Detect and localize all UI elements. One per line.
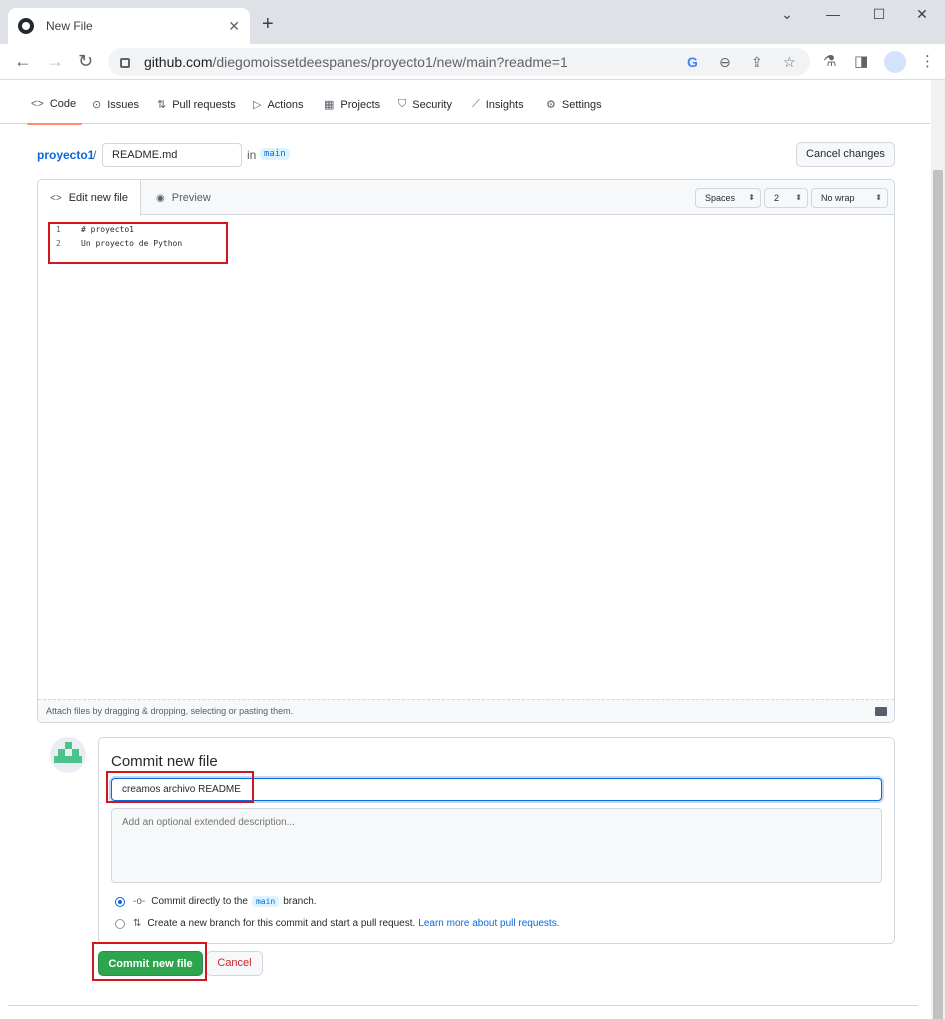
commit-new-branch-option[interactable]: ⇅ Create a new branch for this commit an… [115,918,560,929]
browser-toolbar: ← → ↻ github.com/diegomoissetdeespanes/p… [0,44,945,80]
markdown-icon [875,707,887,716]
new-tab-button[interactable]: + [262,14,274,34]
table-icon: ▦ [324,99,335,111]
line-text: # proyecto1 [81,225,134,234]
commit-new-file-button[interactable]: Commit new file [98,951,203,976]
radio-new-branch[interactable] [115,918,125,929]
cancel-button[interactable]: Cancel [206,951,263,976]
tab-settings[interactable]: ⚙ Settings [546,98,602,112]
wrap-mode-select[interactable]: No wrap ⬍ [811,188,888,208]
graph-icon: ⟋ [472,98,480,110]
learn-more-link[interactable]: Learn more about pull requests. [418,918,559,929]
git-commit-icon: -o- [133,896,146,907]
github-icon [18,18,34,34]
branch-tag: main [251,896,280,907]
editor-header: <> Edit new file ◉ Preview Spaces ⬍ 2 ⬍ No w… [38,180,894,216]
breadcrumb-separator: / [93,148,97,162]
tab-projects[interactable]: ▦ Projects [324,98,380,112]
close-window-button[interactable]: ✕ [899,6,945,23]
tab-insights[interactable]: ⟋ Insights [472,98,524,111]
gear-icon: ⚙ [546,99,556,111]
share-icon[interactable]: ⇪ [751,55,763,69]
page-scrollbar[interactable] [931,80,945,1019]
back-icon[interactable]: ← [14,50,32,72]
browser-tabstrip: New File ✕ + ⌄ — ☐ ✕ [0,0,945,44]
issue-icon: ⊙ [92,99,102,111]
forward-icon[interactable]: → [46,50,64,72]
bookmark-star-icon[interactable]: ☆ [783,55,796,69]
commit-description-textarea[interactable] [111,808,882,883]
google-icon[interactable]: G [687,55,698,69]
indent-size-select[interactable]: 2 ⬍ [764,188,808,208]
address-bar[interactable]: github.com/diegomoissetdeespanes/proyect… [108,48,810,76]
chevron-updown-icon: ⬍ [875,193,882,202]
pull-request-icon: ⇅ [157,99,167,111]
scrollbar-thumb[interactable] [933,170,943,1019]
tab-preview[interactable]: ◉ Preview [144,180,223,216]
lock-icon [120,58,130,68]
tab-security[interactable]: ⛉ Security [398,98,452,111]
user-avatar [50,737,86,773]
code-icon: <> [50,192,62,204]
tab-pull-requests[interactable]: ⇅ Pull requests [157,98,236,112]
zoom-icon[interactable]: ⊖ [719,55,731,69]
pull-request-icon: ⇅ [133,918,142,929]
commit-direct-option[interactable]: -o- Commit directly to the main branch. [115,896,317,907]
tab-search-icon[interactable]: ⌄ [764,6,810,23]
url-text: github.com/diegomoissetdeespanes/proyect… [144,54,568,70]
reload-icon[interactable]: ↻ [78,50,93,72]
line-number: 1 [56,225,61,234]
line-text: Un proyecto de Python [81,239,183,248]
menu-kebab-icon[interactable]: ⋮ [920,54,935,70]
maximize-button[interactable]: ☐ [856,6,902,23]
browser-tab[interactable]: New File ✕ [8,8,250,44]
attach-files-bar[interactable]: Attach files by dragging & dropping, sel… [38,699,894,722]
line-number: 2 [56,239,61,248]
cancel-changes-button[interactable]: Cancel changes [796,142,895,167]
tab-actions[interactable]: ▷ Actions [253,98,304,112]
side-panel-icon[interactable]: ◨ [854,54,868,70]
minimize-button[interactable]: — [810,6,856,22]
play-icon: ▷ [253,99,262,111]
filename-input[interactable] [102,143,242,167]
branch-tag: main [260,148,290,160]
code-icon: <> [31,98,44,110]
commit-title: Commit new file [111,753,218,770]
repo-nav: <> Code ⊙ Issues ⇅ Pull requests ▷ Actions ▦… [0,88,930,125]
indent-mode-select[interactable]: Spaces ⬍ [695,188,761,208]
tab-edit-new-file[interactable]: <> Edit new file [38,180,141,216]
chevron-updown-icon: ⬍ [795,193,802,202]
labs-flask-icon[interactable]: ⚗ [823,54,836,70]
footer-divider [8,1005,918,1006]
in-label: in [247,148,257,162]
file-editor: <> Edit new file ◉ Preview Spaces ⬍ 2 ⬍ No w… [37,179,895,723]
radio-commit-direct[interactable] [115,896,125,907]
commit-message-input[interactable] [111,778,882,801]
tab-code[interactable]: <> Code [26,98,83,125]
chevron-updown-icon: ⬍ [748,193,755,202]
profile-avatar-icon[interactable] [884,51,906,73]
shield-icon: ⛉ [398,98,407,110]
eye-icon: ◉ [156,192,165,204]
tab-issues[interactable]: ⊙ Issues [92,98,139,112]
close-tab-icon[interactable]: ✕ [228,18,240,35]
breadcrumb-repo-link[interactable]: proyecto1 [37,148,94,162]
tab-title: New File [46,19,93,33]
